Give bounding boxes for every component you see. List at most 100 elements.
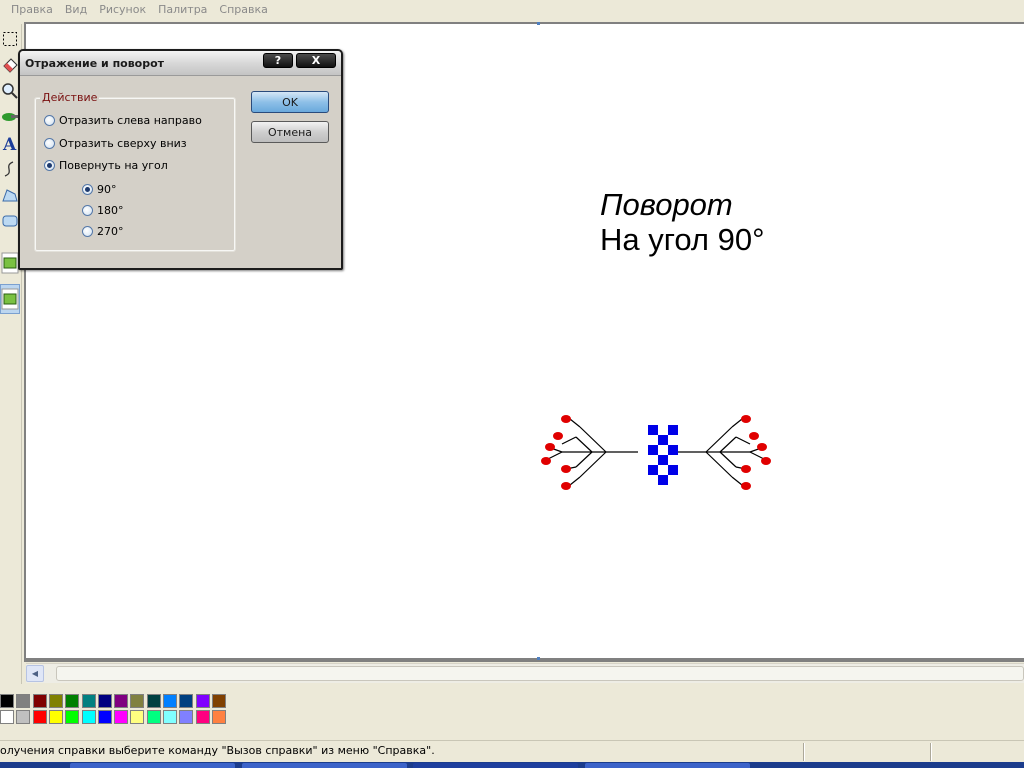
palette-swatch[interactable]	[195, 710, 210, 724]
close-button[interactable]: X	[296, 53, 336, 68]
palette-swatch[interactable]	[211, 694, 226, 708]
cancel-button[interactable]: Отмена	[251, 121, 329, 143]
taskbar-button[interactable]	[585, 763, 750, 768]
palette-swatch[interactable]	[32, 694, 47, 708]
palette-swatch[interactable]	[81, 694, 96, 708]
dialog-titlebar[interactable]: Отражение и поворот ? X	[20, 51, 341, 76]
menu-view[interactable]: Вид	[65, 0, 87, 20]
taskbar-button[interactable]	[70, 763, 235, 768]
palette-swatch[interactable]	[16, 710, 31, 724]
scroll-left-button[interactable]: ◀	[26, 665, 44, 682]
palette-swatch[interactable]	[211, 710, 226, 724]
canvas-resize-handle-top[interactable]	[537, 22, 540, 25]
palette-swatch[interactable]	[163, 694, 177, 708]
menu-image[interactable]: Рисунок	[99, 0, 146, 20]
palette-swatch[interactable]	[146, 694, 161, 708]
ornament-checker-cell	[668, 445, 678, 455]
radio-label: 180°	[97, 204, 124, 217]
palette-swatch[interactable]	[16, 694, 31, 708]
taskbar-button[interactable]	[413, 763, 578, 768]
palette-swatch[interactable]	[48, 694, 63, 708]
radio-icon[interactable]	[44, 138, 55, 149]
taskbar-button[interactable]	[242, 763, 407, 768]
ornament-stem	[731, 476, 743, 486]
ornament-bud	[757, 443, 767, 451]
palette-swatch[interactable]	[146, 710, 161, 724]
ornament-stem	[705, 426, 733, 453]
palette-swatch[interactable]	[179, 710, 194, 724]
radio-angle-180[interactable]: 180°	[82, 204, 124, 217]
color-palette	[0, 690, 260, 728]
palette-swatch[interactable]	[130, 710, 145, 724]
palette-swatch[interactable]	[97, 710, 112, 724]
ornament-stem	[705, 451, 733, 478]
radio-icon[interactable]	[82, 184, 93, 195]
ornament-checker-cell	[648, 465, 658, 475]
ornament-drawing	[541, 415, 771, 490]
ornament-bud	[749, 432, 759, 440]
ornament-checker	[648, 425, 678, 485]
radio-label: Повернуть на угол	[59, 159, 168, 172]
radio-rotate[interactable]: Повернуть на угол	[44, 159, 168, 172]
palette-swatch[interactable]	[130, 694, 145, 708]
scroll-thumb[interactable]	[56, 666, 1024, 681]
ornament-bud	[761, 457, 771, 465]
palette-swatch[interactable]	[179, 694, 194, 708]
palette-swatch[interactable]	[114, 694, 129, 708]
menu-colors[interactable]: Палитра	[158, 0, 207, 20]
ornament-stem	[749, 451, 765, 460]
radio-flip-vertical[interactable]: Отразить сверху вниз	[44, 137, 187, 150]
palette-swatch[interactable]	[97, 694, 112, 708]
radio-icon[interactable]	[44, 160, 55, 171]
palette-swatch[interactable]	[81, 710, 96, 724]
palette-swatch[interactable]	[163, 710, 177, 724]
radio-angle-90[interactable]: 90°	[82, 183, 117, 196]
palette-swatch[interactable]	[48, 710, 63, 724]
ornament-bud	[553, 432, 563, 440]
palette-swatch[interactable]	[114, 710, 129, 724]
ornament-bud	[541, 457, 551, 465]
select-rect-icon[interactable]	[0, 28, 20, 50]
ornament-stem	[719, 436, 737, 453]
menu-bar: Правка Вид Рисунок Палитра Справка	[0, 0, 1024, 20]
transparent-select-icon[interactable]	[0, 250, 20, 276]
radio-icon[interactable]	[82, 226, 93, 237]
rounded-rect-icon[interactable]	[0, 210, 20, 232]
ornament-stem	[735, 436, 751, 445]
help-button[interactable]: ?	[263, 53, 293, 68]
ok-button[interactable]: OK	[251, 91, 329, 113]
ornament-stem	[719, 451, 737, 468]
polygon-icon[interactable]	[0, 184, 20, 206]
menu-help[interactable]: Справка	[219, 0, 267, 20]
airbrush-icon[interactable]	[0, 106, 20, 128]
radio-icon[interactable]	[44, 115, 55, 126]
ornament-bud	[561, 482, 571, 490]
ornament-bud	[741, 482, 751, 490]
taskbar	[0, 762, 1024, 768]
radio-icon[interactable]	[82, 205, 93, 216]
menu-edit[interactable]: Правка	[11, 0, 53, 20]
status-text: олучения справки выберите команду "Вызов…	[0, 744, 435, 757]
canvas-resize-handle-bottom[interactable]	[537, 657, 540, 660]
ornament-checker-cell	[648, 425, 658, 435]
radio-label: 90°	[97, 183, 117, 196]
horizontal-scrollbar[interactable]: ◀	[26, 663, 1024, 683]
palette-swatch[interactable]	[0, 694, 14, 708]
ornament-stem	[579, 426, 607, 453]
eraser-icon[interactable]	[0, 54, 20, 76]
palette-swatch[interactable]	[0, 710, 14, 724]
radio-angle-270[interactable]: 270°	[82, 225, 124, 238]
palette-swatch[interactable]	[65, 710, 80, 724]
curve-icon[interactable]	[0, 158, 20, 180]
opaque-select-icon[interactable]	[0, 284, 20, 314]
radio-flip-horizontal[interactable]: Отразить слева направо	[44, 114, 202, 127]
text-icon[interactable]: A	[0, 132, 20, 154]
magnifier-icon[interactable]	[0, 80, 20, 102]
canvas-caption-title: Поворот	[600, 187, 733, 222]
palette-swatch[interactable]	[65, 694, 80, 708]
radio-label: 270°	[97, 225, 124, 238]
palette-swatch[interactable]	[195, 694, 210, 708]
palette-swatch[interactable]	[32, 710, 47, 724]
radio-label: Отразить сверху вниз	[59, 137, 187, 150]
ornament-bud	[545, 443, 555, 451]
